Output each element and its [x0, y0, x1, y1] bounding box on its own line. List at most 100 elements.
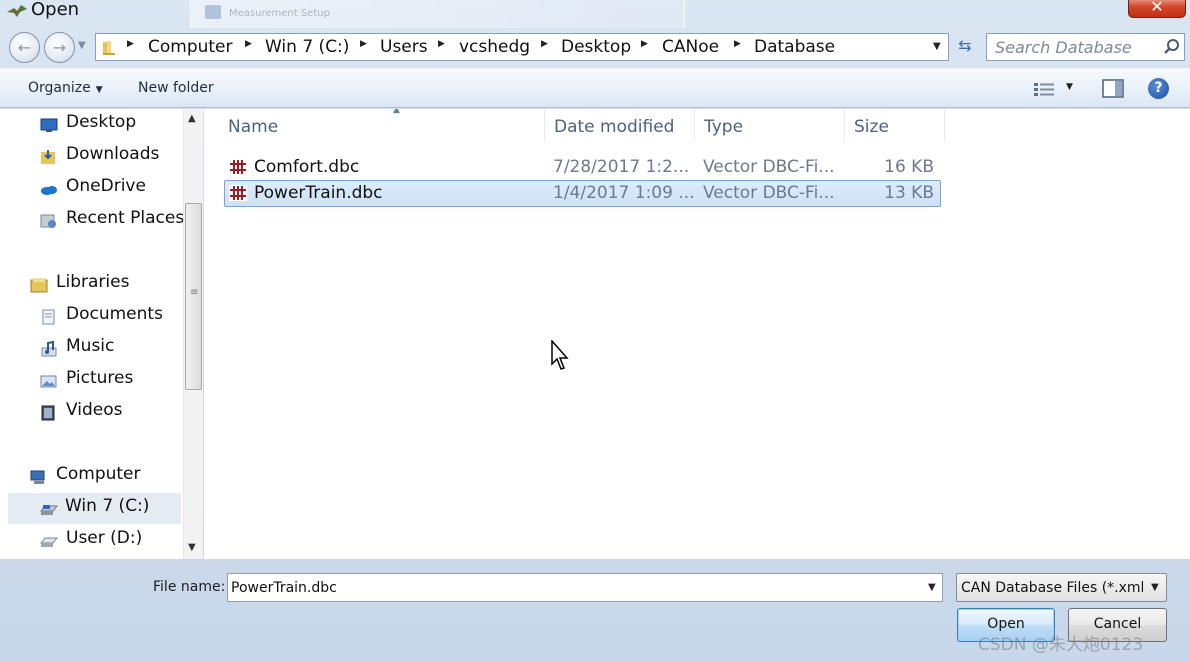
music-icon	[41, 341, 57, 357]
file-name-dropdown-icon[interactable]: ▼	[928, 582, 936, 593]
nav-item-recent-places[interactable]: Recent Places	[40, 207, 190, 235]
onedrive-icon	[41, 186, 57, 195]
file-name-combobox[interactable]: ▼	[227, 573, 943, 602]
nav-item-libraries[interactable]: Libraries	[30, 271, 180, 299]
nav-item-pictures[interactable]: Pictures	[40, 367, 180, 395]
crumb-separator-icon[interactable]: ▶	[360, 39, 367, 49]
address-history-dropdown[interactable]: ▼	[933, 41, 941, 52]
dbc-file-icon	[229, 159, 247, 175]
breadcrumb-canoe[interactable]: CANoe	[662, 37, 719, 57]
nav-item-documents[interactable]: Documents	[40, 303, 180, 331]
scrollbar-thumb[interactable]: ≡	[185, 203, 202, 390]
crumb-separator-icon[interactable]: ▶	[127, 39, 134, 49]
nav-item-videos[interactable]: Videos	[40, 399, 180, 427]
drive-icon	[40, 537, 58, 547]
view-options-dropdown[interactable]: ▼	[1066, 82, 1073, 92]
crumb-separator-icon[interactable]: ▶	[438, 39, 445, 49]
back-button[interactable]: ←	[9, 32, 40, 63]
watermark: CSDN @朱大炮0123	[978, 635, 1144, 655]
breadcrumb-database[interactable]: Database	[754, 37, 835, 57]
organize-button[interactable]: Organize ▼	[28, 80, 103, 96]
libraries-icon	[30, 278, 48, 293]
nav-scrollbar[interactable]: ▲ ≡ ▼	[183, 109, 203, 559]
open-file-dialog: Open Measurement Setup ✕ ← → ▼ ▶ Compute…	[0, 0, 1190, 662]
nav-label: Music	[66, 336, 115, 356]
column-header-name[interactable]: Name ▲	[220, 109, 545, 141]
column-label: Name	[228, 117, 279, 137]
nav-item-computer[interactable]: Computer	[30, 463, 180, 491]
close-button[interactable]: ✕	[1128, 0, 1186, 18]
file-type: Vector DBC-Fi...	[703, 183, 835, 203]
nav-label: Recent Places	[66, 208, 185, 228]
refresh-icon: ⇆	[958, 36, 972, 55]
search-input[interactable]	[995, 37, 1155, 57]
chevron-down-icon: ▼	[95, 85, 103, 95]
forward-arrow-icon: →	[52, 38, 67, 57]
search-box[interactable]	[986, 33, 1185, 61]
recent-locations-dropdown[interactable]: ▼	[78, 40, 86, 51]
nav-label: Desktop	[66, 112, 137, 132]
refresh-button[interactable]: ⇆	[951, 33, 979, 61]
file-name-input[interactable]	[231, 578, 911, 598]
file-size: 16 KB	[884, 157, 934, 177]
crumb-separator-icon[interactable]: ▶	[734, 39, 741, 49]
scroll-down-icon[interactable]: ▼	[188, 542, 196, 553]
background-window-title: Measurement Setup	[190, 0, 685, 28]
computer-icon	[30, 470, 45, 484]
file-name: PowerTrain.dbc	[254, 183, 383, 203]
breadcrumb-users[interactable]: Users	[380, 37, 428, 57]
breadcrumb-computer[interactable]: Computer	[148, 37, 233, 57]
nav-item-win7-c[interactable]: Win 7 (C:)	[8, 493, 181, 524]
file-row-selected[interactable]: PowerTrain.dbc 1/4/2017 1:09 ... Vector …	[224, 180, 941, 207]
column-header-type[interactable]: Type	[696, 109, 845, 141]
nav-label: Libraries	[56, 272, 130, 292]
column-header-date-modified[interactable]: Date modified	[546, 109, 695, 141]
file-size: 13 KB	[884, 183, 934, 203]
file-name: Comfort.dbc	[254, 157, 360, 177]
nav-label: User (D:)	[66, 528, 143, 548]
back-arrow-icon: ←	[17, 38, 32, 57]
organize-label: Organize	[28, 80, 91, 96]
crumb-separator-icon[interactable]: ▶	[245, 39, 252, 49]
nav-item-user-d[interactable]: User (D:)	[40, 527, 180, 555]
nav-item-desktop[interactable]: Desktop	[40, 111, 180, 139]
chevron-down-icon[interactable]: ▼	[1151, 582, 1159, 593]
nav-label: OneDrive	[66, 176, 146, 196]
new-folder-button[interactable]: New folder	[138, 80, 214, 96]
window-title: Open	[31, 0, 80, 20]
nav-item-music[interactable]: Music	[40, 335, 180, 363]
column-header-size[interactable]: Size	[846, 109, 945, 141]
nav-label: Pictures	[66, 368, 134, 388]
crumb-separator-icon[interactable]: ▶	[541, 39, 548, 49]
crumb-separator-icon[interactable]: ▶	[641, 39, 648, 49]
recent-places-icon	[40, 214, 56, 228]
bottom-panel: File name: ▼ CAN Database Files (*.xml;*…	[0, 559, 1190, 662]
background-window-title-text: Measurement Setup	[229, 8, 330, 19]
background-window-icon	[205, 5, 221, 19]
documents-icon	[42, 309, 55, 325]
file-row[interactable]: Comfort.dbc 7/28/2017 1:2... Vector DBC-…	[224, 154, 941, 181]
nav-label: Win 7 (C:)	[65, 496, 150, 516]
videos-icon	[41, 405, 55, 421]
forward-button[interactable]: →	[44, 32, 75, 63]
change-view-icon[interactable]	[1034, 82, 1056, 96]
file-list: Name ▲ Date modified Type Size Comfort.d…	[204, 109, 1190, 559]
breadcrumb-desktop[interactable]: Desktop	[561, 37, 631, 57]
file-date: 7/28/2017 1:2...	[553, 157, 690, 177]
breadcrumb-vcshedg[interactable]: vcshedg	[459, 37, 530, 57]
nav-label: Computer	[56, 464, 141, 484]
dbc-file-icon	[229, 185, 247, 201]
title-bar: Open Measurement Setup ✕	[0, 0, 1190, 28]
scroll-up-icon[interactable]: ▲	[188, 113, 196, 124]
nav-item-downloads[interactable]: Downloads	[40, 143, 180, 171]
sort-ascending-icon: ▲	[393, 109, 400, 115]
nav-item-onedrive[interactable]: OneDrive	[40, 175, 180, 203]
preview-pane-icon[interactable]	[1102, 79, 1124, 98]
search-icon[interactable]	[1163, 38, 1181, 56]
address-bar[interactable]: ▶ Computer ▶ Win 7 (C:) ▶ Users ▶ vcshed…	[95, 33, 949, 61]
file-type-filter-select[interactable]: CAN Database Files (*.xml;*. ▼	[956, 573, 1167, 602]
nav-label: Documents	[66, 304, 163, 324]
breadcrumb-win7-c[interactable]: Win 7 (C:)	[265, 37, 349, 57]
mouse-cursor-icon	[551, 340, 569, 370]
help-icon[interactable]: ?	[1148, 78, 1169, 99]
